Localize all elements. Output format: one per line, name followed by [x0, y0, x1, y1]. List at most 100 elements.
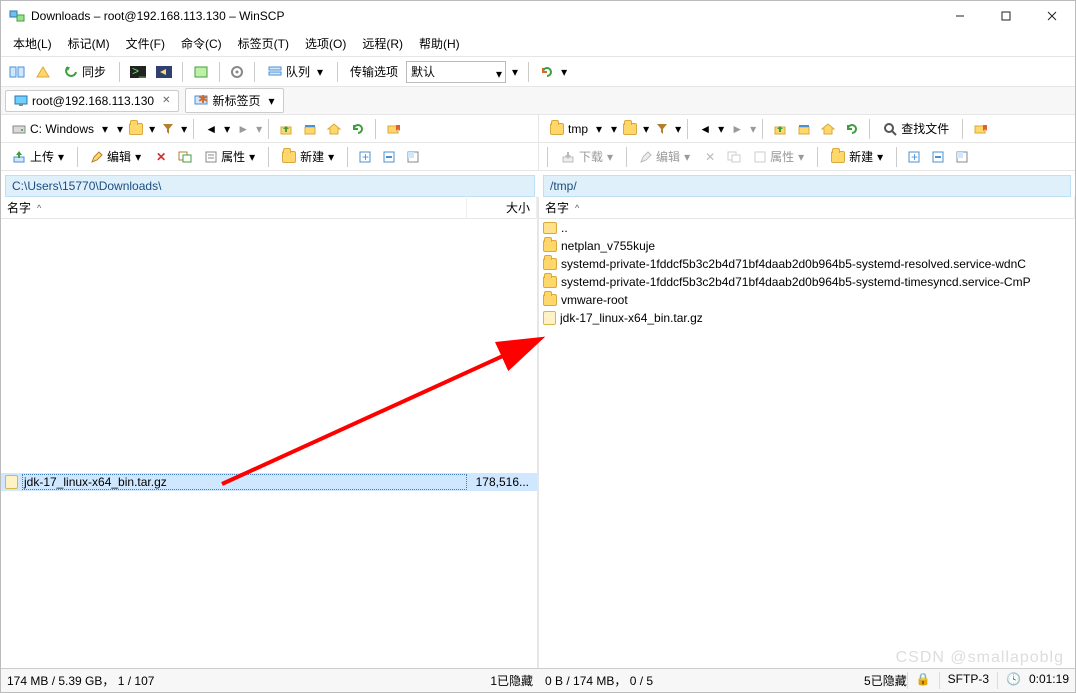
properties-button[interactable]: 属性 ▾ [198, 146, 262, 168]
session-tab-active[interactable]: root@192.168.113.130 ✕ [5, 90, 179, 112]
home-icon[interactable] [817, 118, 839, 140]
invert-select-icon[interactable] [402, 146, 424, 168]
list-item[interactable]: jdk-17_linux-x64_bin.tar.gz [539, 309, 1075, 327]
root-dir-icon[interactable] [299, 118, 321, 140]
chevron-down-icon: ▾ [877, 150, 883, 164]
home-icon[interactable] [323, 118, 345, 140]
edit-button[interactable]: 编辑 ▾ [84, 146, 148, 168]
local-drive-combo[interactable]: C: Windows ▾ [5, 118, 115, 140]
window-maximize-button[interactable] [983, 1, 1029, 31]
upload-button[interactable]: 上传 ▾ [5, 146, 71, 168]
menu-mark[interactable]: 标记(M) [60, 32, 118, 55]
chevron-down-icon[interactable]: ▾ [224, 122, 230, 136]
unselect-all-icon[interactable] [378, 146, 400, 168]
chevron-down-icon[interactable]: ▾ [117, 122, 123, 136]
bookmark-icon[interactable] [382, 118, 404, 140]
terminal-icon[interactable]: >_ [126, 61, 150, 83]
root-dir-icon[interactable] [793, 118, 815, 140]
invert-select-icon[interactable] [951, 146, 973, 168]
chevron-down-icon[interactable]: ▾ [149, 122, 155, 136]
back-icon[interactable]: ◄ [694, 118, 716, 140]
chevron-down-icon[interactable]: ▾ [611, 122, 617, 136]
remote-dir-combo[interactable]: tmp ▾ [543, 118, 609, 140]
delete-icon[interactable]: ✕ [150, 146, 172, 168]
list-item[interactable]: .. [539, 219, 1075, 237]
open-folder-icon[interactable] [125, 118, 147, 140]
parent-dir-icon[interactable] [769, 118, 791, 140]
remote-column-headers[interactable]: 名字^ [539, 197, 1075, 219]
new-button[interactable]: 新建 ▾ [275, 146, 341, 168]
file-name: jdk-17_linux-x64_bin.tar.gz [560, 311, 1071, 325]
menu-help[interactable]: 帮助(H) [411, 32, 468, 55]
menu-tabs[interactable]: 标签页(T) [230, 32, 297, 55]
session-tab-label: root@192.168.113.130 [32, 94, 154, 108]
duplicate-icon[interactable] [174, 146, 196, 168]
new-folder-icon [282, 151, 296, 163]
edit-button: 编辑 ▾ [633, 146, 697, 168]
transfer-mode-combo[interactable]: 默认 ▾ [406, 61, 506, 83]
chevron-down-icon[interactable]: ▾ [561, 65, 567, 79]
compare-icon[interactable] [31, 61, 55, 83]
window-close-button[interactable] [1029, 1, 1075, 31]
filter-icon[interactable] [651, 118, 673, 140]
local-column-headers[interactable]: 名字^ 大小 [1, 197, 537, 219]
col-name[interactable]: 名字 [545, 199, 569, 216]
refresh-icon[interactable] [347, 118, 369, 140]
remote-file-list[interactable]: ..netplan_v755kujesystemd-private-1fddcf… [539, 219, 1075, 668]
list-item[interactable]: netplan_v755kuje [539, 237, 1075, 255]
col-name[interactable]: 名字 [7, 199, 31, 216]
reconnect-icon[interactable] [535, 61, 559, 83]
select-all-icon[interactable]: + [903, 146, 925, 168]
remote-file-toolbar: 下载 ▾ 编辑 ▾ ✕ 属性 ▾ 新建 ▾ + [539, 143, 1075, 170]
list-item[interactable]: systemd-private-1fddcf5b3c2b4d71bf4daab2… [539, 273, 1075, 291]
window-minimize-button[interactable] [937, 1, 983, 31]
unselect-all-icon[interactable] [927, 146, 949, 168]
new-button[interactable]: 新建 ▾ [824, 146, 890, 168]
chevron-down-icon[interactable]: ▾ [181, 122, 187, 136]
synchronize-button[interactable]: 同步 [57, 61, 113, 83]
navigate-icon[interactable] [152, 61, 176, 83]
open-folder-icon[interactable] [619, 118, 641, 140]
local-file-list[interactable]: jdk-17_linux-x64_bin.tar.gz178,516... [1, 219, 537, 668]
menu-remote[interactable]: 远程(R) [354, 32, 411, 55]
menu-local[interactable]: 本地(L) [5, 32, 60, 55]
local-file-toolbar: 上传 ▾ 编辑 ▾ ✕ 属性 ▾ 新建 ▾ + [1, 143, 539, 170]
menu-options[interactable]: 选项(O) [297, 32, 354, 55]
menu-command[interactable]: 命令(C) [173, 32, 230, 55]
duplicate-icon [723, 146, 745, 168]
remote-path-bar[interactable]: /tmp/ [543, 175, 1071, 197]
list-item[interactable]: jdk-17_linux-x64_bin.tar.gz178,516... [1, 473, 537, 491]
bookmark-icon[interactable] [969, 118, 991, 140]
monitor-icon [14, 95, 28, 107]
sync-browse-icon[interactable] [5, 61, 29, 83]
list-item[interactable]: vmware-root [539, 291, 1075, 309]
find-files-button[interactable]: 查找文件 [876, 118, 956, 140]
chevron-down-icon[interactable]: ▾ [643, 122, 649, 136]
close-icon[interactable]: ✕ [162, 95, 170, 106]
chevron-down-icon: ▾ [607, 150, 613, 164]
chevron-down-icon[interactable]: ▾ [508, 65, 522, 79]
chevron-down-icon[interactable]: ▾ [268, 94, 274, 108]
app-icon [9, 8, 25, 24]
menu-file[interactable]: 文件(F) [118, 32, 173, 55]
col-size[interactable]: 大小 [467, 196, 537, 219]
local-path-bar[interactable]: C:\Users\15770\Downloads\ [5, 175, 535, 197]
sync-label: 同步 [82, 63, 106, 80]
chevron-down-icon: ▾ [58, 150, 64, 164]
clock-icon: 🕓 [997, 672, 1029, 689]
select-all-icon[interactable]: + [354, 146, 376, 168]
filter-icon[interactable] [157, 118, 179, 140]
settings-icon[interactable] [226, 61, 248, 83]
chevron-down-icon[interactable]: ▾ [675, 122, 681, 136]
chevron-down-icon[interactable]: ▾ [718, 122, 724, 136]
queue-button[interactable]: 队列 ▾ [261, 61, 331, 83]
session-tab-new[interactable]: ✱ 新标签页 ▾ [185, 88, 283, 113]
refresh-icon[interactable] [841, 118, 863, 140]
chevron-down-icon: ▾ [135, 150, 141, 164]
parent-dir-icon[interactable] [275, 118, 297, 140]
winscp-site-icon[interactable] [189, 61, 213, 83]
back-icon[interactable]: ◄ [200, 118, 222, 140]
chevron-down-icon[interactable]: ▾ [316, 61, 324, 83]
list-item[interactable]: systemd-private-1fddcf5b3c2b4d71bf4daab2… [539, 255, 1075, 273]
upload-label: 上传 [30, 148, 54, 165]
